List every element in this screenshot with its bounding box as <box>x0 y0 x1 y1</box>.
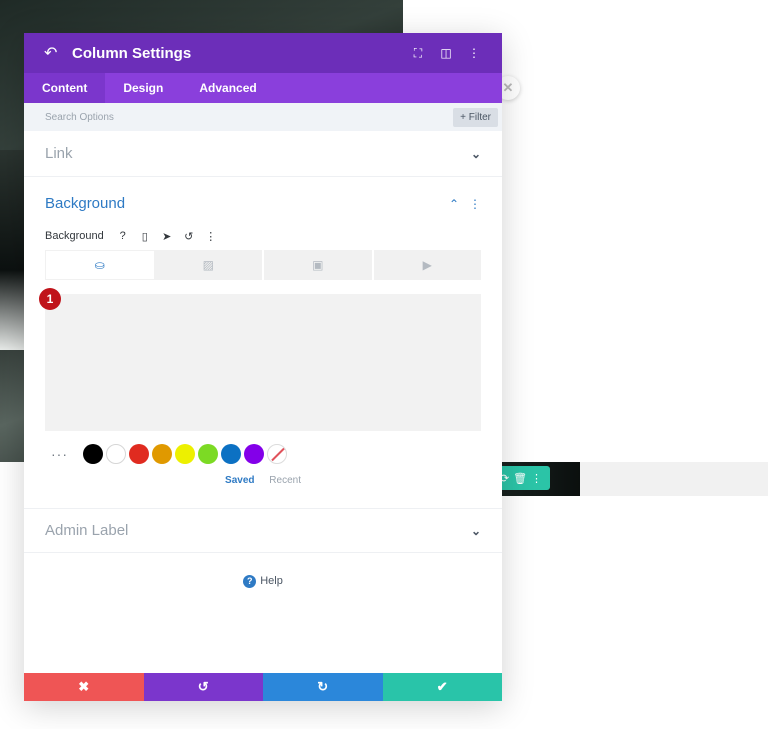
chevron-down-icon[interactable]: ⌄ <box>471 524 481 538</box>
swatch-white[interactable] <box>106 444 126 464</box>
help-link[interactable]: ? Help <box>24 575 502 588</box>
field-more-icon[interactable]: ⋮ <box>200 230 222 243</box>
clear-color-icon[interactable] <box>267 444 287 464</box>
modal-header: ↶ Column Settings ⛶ ◫ ⋮ <box>24 33 502 73</box>
tab-recent[interactable]: Recent <box>269 475 301 486</box>
back-icon[interactable]: ↶ <box>44 43 64 63</box>
chevron-up-icon[interactable]: ⌃ <box>449 197 459 211</box>
trash-icon[interactable]: 🗑 <box>513 472 527 485</box>
help-icon[interactable]: ? <box>112 230 134 242</box>
link-section[interactable]: Link ⌄ <box>24 131 502 177</box>
row-gray-strip <box>580 462 768 496</box>
swatch-red[interactable] <box>129 444 149 464</box>
tab-saved[interactable]: Saved <box>225 475 254 486</box>
hover-cursor-icon[interactable]: ➤ <box>156 230 178 243</box>
swatch-yellow[interactable] <box>175 444 195 464</box>
settings-modal: ↶ Column Settings ⛶ ◫ ⋮ Content Design A… <box>24 33 502 701</box>
modal-title: Column Settings <box>72 44 192 62</box>
swatch-black[interactable] <box>83 444 103 464</box>
reset-icon[interactable]: ↺ <box>178 230 200 243</box>
help-circle-icon: ? <box>243 575 257 588</box>
more-icon[interactable]: ⋮ <box>531 472 542 485</box>
more-colors-icon[interactable]: ··· <box>45 446 83 462</box>
image-icon[interactable]: ▣ <box>264 250 374 280</box>
annotation-badge: 1 <box>39 288 61 310</box>
responsive-icon[interactable]: ▯ <box>134 230 156 243</box>
gradient-icon[interactable]: ▨ <box>154 250 264 280</box>
search-input[interactable]: Search Options <box>45 112 453 123</box>
color-preview[interactable]: 1 <box>39 288 481 431</box>
section-title-link: Link <box>45 145 73 162</box>
search-bar: Search Options + Filter <box>24 103 502 131</box>
save-button[interactable]: ✔ <box>382 673 502 701</box>
palette-tabs: Saved Recent <box>45 475 481 486</box>
section-title-admin-label: Admin Label <box>45 522 129 539</box>
background-type-tabs: ⛀ ▨ ▣ ▶ <box>45 250 481 280</box>
more-options-icon[interactable]: ⋮ <box>460 46 488 60</box>
redo-button[interactable]: ↻ <box>263 673 383 701</box>
background-field-label: Background <box>45 230 104 242</box>
split-view-icon[interactable]: ◫ <box>432 46 460 60</box>
undo-button[interactable]: ↺ <box>143 673 263 701</box>
background-section: Background ⌃ ⋮ Background ? ▯ ➤ ↺ ⋮ ⛀ ▨ … <box>24 177 502 509</box>
admin-label-section[interactable]: Admin Label ⌄ <box>24 509 502 553</box>
section-title-background[interactable]: Background <box>45 195 125 212</box>
cancel-button[interactable]: ✖ <box>24 673 144 701</box>
swatch-purple[interactable] <box>244 444 264 464</box>
section-more-icon[interactable]: ⋮ <box>469 197 481 211</box>
background-field-row: Background ? ▯ ➤ ↺ ⋮ <box>45 226 481 246</box>
help-label: Help <box>260 575 283 587</box>
tab-design[interactable]: Design <box>105 73 181 103</box>
video-icon[interactable]: ▶ <box>373 250 481 280</box>
tab-advanced[interactable]: Advanced <box>181 73 274 103</box>
settings-tabs: Content Design Advanced <box>24 73 502 103</box>
filter-button[interactable]: + Filter <box>453 107 498 127</box>
builder-canvas: ⟳ 🗑 ⋮ ✕ ↶ Column Settings ⛶ ◫ ⋮ Content … <box>0 0 768 729</box>
swatch-blue[interactable] <box>221 444 241 464</box>
color-swatches: ··· <box>45 443 481 465</box>
paint-bucket-icon[interactable]: ⛀ <box>45 250 155 280</box>
fullscreen-icon[interactable]: ⛶ <box>404 46 432 61</box>
tab-content[interactable]: Content <box>24 73 106 103</box>
swatch-orange[interactable] <box>152 444 172 464</box>
swatch-green[interactable] <box>198 444 218 464</box>
modal-footer: ✖ ↺ ↻ ✔ <box>24 673 502 701</box>
chevron-down-icon[interactable]: ⌄ <box>471 147 481 161</box>
